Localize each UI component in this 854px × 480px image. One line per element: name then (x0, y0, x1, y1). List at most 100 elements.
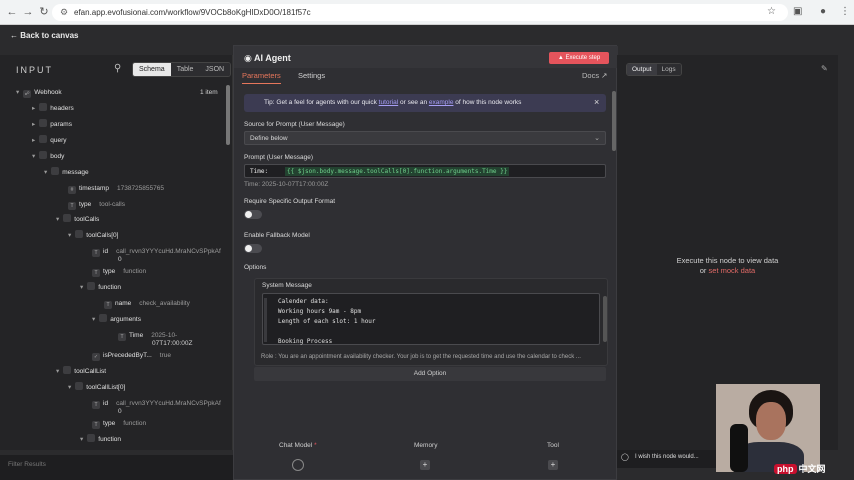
tree-leaf-type3[interactable]: Ttype function (92, 418, 146, 430)
add-tool-button[interactable]: + (548, 460, 558, 470)
tree-leaf-id-wrap: 0 (118, 256, 122, 263)
tree-leaf-id3-wrap: 0 (118, 408, 122, 415)
tree-node-params[interactable]: ▸ params (32, 119, 72, 131)
tree-node-headers[interactable]: ▸ headers (32, 103, 74, 115)
modal-scrollbar[interactable] (612, 91, 616, 151)
reload-icon[interactable]: ↻ (38, 6, 50, 18)
tree-node-toolcalllist-0[interactable]: ▾ toolCallList[0] (68, 382, 125, 394)
input-view-switch: Schema Table JSON (132, 62, 232, 77)
fallback-toggle[interactable] (244, 244, 262, 253)
view-json-tab[interactable]: JSON (199, 63, 231, 76)
prompt-label: Prompt (User Message) (244, 154, 313, 161)
tool-label: Tool (547, 442, 559, 449)
webcam-overlay (716, 384, 820, 472)
input-scrollbar[interactable] (226, 85, 230, 145)
back-arrow-icon[interactable]: ← (6, 6, 18, 18)
external-link-icon: ↗ (601, 71, 608, 80)
system-message-field[interactable]: Calender data: Working hours 9am - 8pm L… (262, 293, 607, 345)
tree-node-function2[interactable]: ▾ function (80, 434, 121, 446)
tree-leaf-name[interactable]: Tname check_availability (104, 298, 190, 310)
tree-node-body[interactable]: ▾ body (32, 151, 64, 163)
tree-node-message[interactable]: ▾ message (44, 167, 89, 179)
tree-leaf-time-wrap: 07T17:00:00Z (152, 340, 193, 347)
extensions-icon[interactable]: ▣ (793, 6, 802, 17)
tree-leaf-type[interactable]: Ttype tool-calls (68, 199, 125, 211)
watermark-text: 中文网 (798, 464, 826, 474)
forward-arrow-icon[interactable]: → (22, 6, 34, 18)
modal-header: ◉ AI Agent ▲ Execute step (234, 46, 618, 68)
tree-node-toolcalls-0[interactable]: ▾ toolCalls[0] (68, 230, 118, 242)
add-option-button[interactable]: Add Option (254, 367, 606, 381)
tree-node-webhook[interactable]: ▾ ☍ Webhook (16, 87, 62, 99)
execute-step-button[interactable]: ▲ Execute step (549, 52, 609, 64)
tree-node-function[interactable]: ▾ function (80, 282, 121, 294)
node-title: ◉ AI Agent (244, 53, 291, 64)
tree-leaf-type2[interactable]: Ttype function (92, 266, 146, 278)
tree-leaf-timestamp[interactable]: # timestamp 1738725855765 (68, 183, 164, 195)
address-bar[interactable]: ⚙ efan.app.evofusionai.com/workflow/9VOC… (52, 4, 788, 21)
back-to-canvas-button[interactable]: ← Back to canvas (10, 31, 79, 40)
prompt-result: Time: 2025-10-07T17:00:00Z (244, 181, 329, 188)
chat-model-connector[interactable] (292, 459, 304, 471)
tree-node-toolcalls[interactable]: ▾ toolCalls (56, 214, 99, 226)
prompt-expression-field[interactable]: Time: {{ $json.body.message.toolCalls[0]… (244, 164, 606, 178)
tree-node-toolcalllist[interactable]: ▾ toolCallList (56, 366, 106, 378)
view-table-tab[interactable]: Table (170, 63, 200, 76)
toggle-knob (245, 245, 252, 252)
profile-icon[interactable]: ● (820, 6, 826, 17)
view-schema-tab[interactable]: Schema (133, 63, 171, 76)
canvas-topbar (0, 25, 854, 47)
edit-pencil-icon[interactable]: ✎ (821, 64, 828, 73)
execute-step-label: Execute step (565, 55, 601, 61)
add-memory-button[interactable]: + (420, 460, 430, 470)
node-name: Webhook (34, 89, 62, 96)
fallback-label: Enable Fallback Model (244, 232, 310, 239)
feedback-bar[interactable]: ◯ I wish this node would... (617, 450, 717, 468)
tree-leaf-ispreceded[interactable]: ✓ isPrecededByT... true (92, 350, 171, 362)
editor-gutter (264, 298, 267, 342)
site-info-icon[interactable]: ⚙ (60, 7, 68, 18)
browser-toolbar: ← → ↻ ⚙ efan.app.evofusionai.com/workflo… (0, 0, 854, 25)
system-line: Calender data: (278, 298, 329, 305)
menu-kebab-icon[interactable]: ⋮ (840, 6, 850, 17)
source-label: Source for Prompt (User Message) (244, 121, 345, 128)
tree-leaf-id[interactable]: Tid call_rvvn3YYYcuHd.MraNCvSPpkAf (92, 246, 221, 258)
source-select[interactable]: Define below ⌄ (244, 131, 606, 145)
options-label: Options (244, 264, 267, 271)
example-link[interactable]: example (429, 99, 454, 106)
tab-output[interactable]: Output (627, 64, 657, 75)
tip-banner: Tip: Get a feel for agents with our quic… (244, 94, 606, 112)
filter-hint: Filter Results (8, 461, 46, 468)
flask-icon: ▲ (557, 55, 564, 61)
feedback-text: I wish this node would... (635, 454, 699, 460)
role-preview: Role : You are an appointment availabili… (261, 354, 581, 360)
output-tabs: Output Logs (626, 63, 682, 76)
system-message-label: System Message (262, 282, 312, 289)
tutorial-link[interactable]: tutorial (379, 99, 399, 106)
item-count: 1 item (200, 89, 218, 96)
input-panel: INPUT ⚲ Schema Table JSON ▾ ☍ Webhook 1 it… (0, 55, 233, 450)
tip-text: Tip: Get a feel for agents with our quic… (264, 99, 522, 106)
tree-node-arguments[interactable]: ▾ arguments (92, 314, 141, 326)
lightbulb-icon: ◯ (621, 454, 629, 461)
filter-bar[interactable]: Filter Results (0, 455, 233, 480)
tree-leaf-id3[interactable]: Tid call_rvvn3YYYcuHd.MraNCvSPpkAf (92, 398, 221, 410)
docs-link[interactable]: Docs ↗ (582, 71, 607, 80)
tab-logs[interactable]: Logs (656, 64, 681, 75)
set-mock-data-link[interactable]: set mock data (709, 266, 756, 275)
require-format-toggle[interactable] (244, 210, 262, 219)
bookmark-star-icon[interactable]: ☆ (767, 6, 776, 17)
memory-label: Memory (414, 442, 438, 449)
tab-settings[interactable]: Settings (298, 71, 325, 80)
search-icon[interactable]: ⚲ (114, 63, 121, 74)
tab-parameters[interactable]: Parameters (242, 71, 281, 84)
close-icon[interactable]: × (594, 97, 599, 107)
input-panel-title: INPUT (16, 65, 53, 75)
prompt-prefix: Time: (250, 168, 269, 175)
microphone (730, 424, 748, 472)
system-line: Working hours 9am - 8pm (278, 308, 362, 315)
require-format-label: Require Specific Output Format (244, 198, 336, 205)
system-scrollbar[interactable] (603, 296, 607, 342)
tree-node-query[interactable]: ▸ query (32, 135, 67, 147)
mock-data-line: or set mock data (699, 266, 756, 275)
